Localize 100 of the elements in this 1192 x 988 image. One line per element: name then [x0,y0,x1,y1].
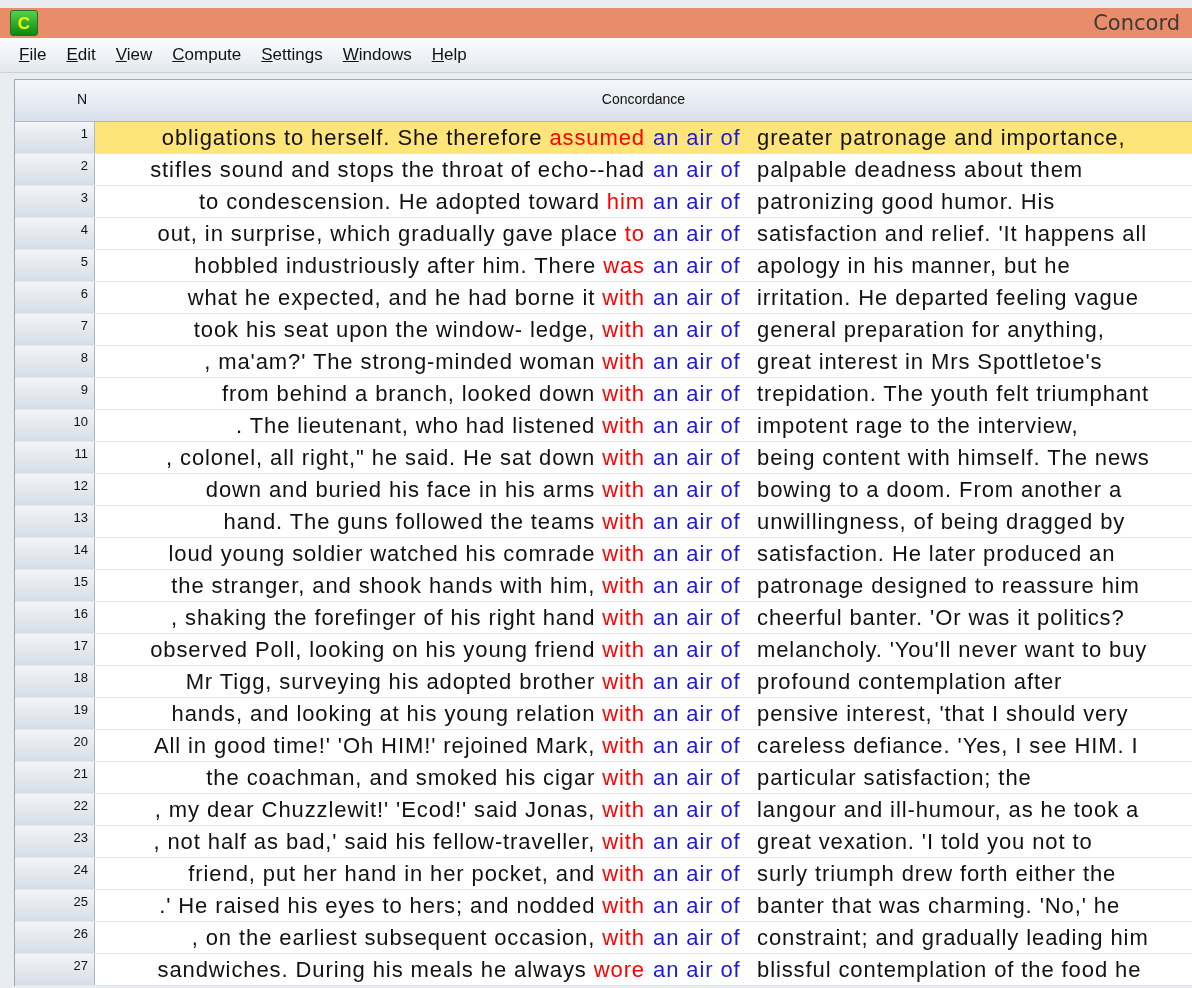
collocate-word: with [602,732,645,759]
concordance-row[interactable]: 3 to condescension. He adopted toward him an air of patronizing good humor. His [15,186,1192,218]
right-context: profound contemplation after [757,668,1064,695]
search-word: an air of [652,476,742,503]
concordance-row[interactable]: 7 took his seat upon the window- ledge, with an air of general preparation for anything, [15,314,1192,346]
concordance-row[interactable]: 20 All in good time!' 'Oh HIM!' rejoined Mark, with an air of careless defiance. 'Yes, I see HIM. I [15,730,1192,762]
concordance-row[interactable]: 11 , colonel, all right," he said. He sat down with an air of being content with himself. The news [15,442,1192,474]
left-context: , shaking the forefinger of his right hand [171,604,596,631]
right-context: patronizing good humor. His [757,188,1057,215]
left-context: the stranger, and shook hands with him, [171,572,596,599]
menu-item[interactable]: Edit [57,43,105,67]
concordance-row[interactable]: 27 sandwiches. During his meals he always wore an air of blissful contemplation of the food he [15,954,1192,986]
row-number: 15 [15,570,95,601]
collocate-word: with [602,604,645,631]
row-number: 11 [15,442,95,473]
right-context: greater patronage and importance, [757,124,1127,151]
right-context: unwillingness, of being dragged by [757,508,1127,535]
right-context: great vexation. 'I told you not to [757,828,1094,855]
left-context: hobbled industriously after him. There [194,252,597,279]
row-number: 3 [15,186,95,217]
search-word: an air of [652,540,742,567]
left-context: sandwiches. During his meals he always [157,956,587,983]
row-number: 21 [15,762,95,793]
menu-item[interactable]: Help [422,43,476,67]
right-context: impotent rage to the interview, [757,412,1080,439]
menu-item[interactable]: Settings [252,43,332,67]
collocate-word: with [602,828,645,855]
left-context: hand. The guns followed the teams [223,508,596,535]
left-context: loud young soldier watched his comrade [168,540,596,567]
concordance-row[interactable]: 4 out, in surprise, which gradually gave place to an air of satisfaction and relief. 'It happens all [15,218,1192,250]
menu-item[interactable]: Windows [333,43,421,67]
concordance-row[interactable]: 24 friend, put her hand in her pocket, and with an air of surly triumph drew forth either the [15,858,1192,890]
concordance-row[interactable]: 22 , my dear Chuzzlewit!' 'Ecod!' said Jonas, with an air of langour and ill-humour, as he took a [15,794,1192,826]
concordance-row[interactable]: 15 the stranger, and shook hands with him, with an air of patronage designed to reassure him [15,570,1192,602]
concordance-row[interactable]: 12 down and buried his face in his arms with an air of bowing to a doom. From another a [15,474,1192,506]
row-number: 19 [15,698,95,729]
row-number: 26 [15,922,95,953]
right-context: surly triumph drew forth either the [757,860,1118,887]
concordance-row[interactable]: 5 hobbled industriously after him. There was an air of apology in his manner, but he [15,250,1192,282]
collocate-word: with [602,668,645,695]
concordance-row[interactable]: 9 from behind a branch, looked down with an air of trepidation. The youth felt triumphant [15,378,1192,410]
right-context: apology in his manner, but he [757,252,1072,279]
row-number: 25 [15,890,95,921]
concordance-row[interactable]: 1 obligations to herself. She therefore assumed an air of greater patronage and importance, [15,122,1192,154]
left-context: obligations to herself. She therefore [161,124,543,151]
concordance-row[interactable]: 10 . The lieutenant, who had listened with an air of impotent rage to the interview, [15,410,1192,442]
concordance-row[interactable]: 19 hands, and looking at his young relation with an air of pensive interest, 'that I should very [15,698,1192,730]
search-word: an air of [652,668,742,695]
search-word: an air of [652,508,742,535]
column-header[interactable]: Concordance [95,80,1192,121]
search-word: an air of [652,284,742,311]
search-word: an air of [652,188,742,215]
collocate-word: assumed [549,124,645,151]
row-number: 10 [15,410,95,441]
row-number: 1 [15,122,95,153]
concordance-row[interactable]: 25 .' He raised his eyes to hers; and nodded with an air of banter that was charming. 'No,' he [15,890,1192,922]
collocate-word: with [602,892,645,919]
concordance-row[interactable]: 2 stifles sound and stops the throat of echo--had an air of palpable deadness about them [15,154,1192,186]
right-context: pensive interest, 'that I should very [757,700,1130,727]
concordance-row[interactable]: 16 , shaking the forefinger of his right hand with an air of cheerful banter. 'Or was it politics? [15,602,1192,634]
left-context: friend, put her hand in her pocket, and [188,860,596,887]
concordance-row[interactable]: 21 the coachman, and smoked his cigar with an air of particular satisfaction; the [15,762,1192,794]
collocate-word: with [602,476,645,503]
row-number: 8 [15,346,95,377]
row-number: 13 [15,506,95,537]
right-context: constraint; and gradually leading him [757,924,1150,951]
right-context: langour and ill-humour, as he took a [757,796,1141,823]
left-context: . The lieutenant, who had listened [236,412,596,439]
concordance-row[interactable]: 13 hand. The guns followed the teams with an air of unwillingness, of being dragged by [15,506,1192,538]
left-context: , not half as bad,' said his fellow-traveller, [153,828,596,855]
column-header[interactable]: N [15,80,95,121]
left-context: what he expected, and he had borne it [187,284,596,311]
right-context: being content with himself. The news [757,444,1151,471]
collocate-word: with [602,860,645,887]
row-number: 14 [15,538,95,569]
concordance-row[interactable]: 18 Mr Tigg, surveying his adopted brother with an air of profound contemplation after [15,666,1192,698]
right-context: particular satisfaction; the [757,764,1033,791]
search-word: an air of [652,732,742,759]
concordance-row[interactable]: 14 loud young soldier watched his comrade with an air of satisfaction. He later produced an [15,538,1192,570]
concordance-row[interactable]: 23 , not half as bad,' said his fellow-traveller, with an air of great vexation. 'I told you not to [15,826,1192,858]
menu-item[interactable]: File [10,43,56,67]
search-word: an air of [652,572,742,599]
concordance-row[interactable]: 26 , on the earliest subsequent occasion, with an air of constraint; and gradually leading him [15,922,1192,954]
concordance-row[interactable]: 8 , ma'am?' The strong-minded woman with an air of great interest in Mrs Spottletoe's [15,346,1192,378]
collocate-word: wore [593,956,645,983]
concordance-row[interactable]: 17 observed Poll, looking on his young friend with an air of melancholy. 'You'll never want to buy [15,634,1192,666]
menu-item[interactable]: Compute [163,43,251,67]
right-context: banter that was charming. 'No,' he [757,892,1122,919]
search-word: an air of [652,380,742,407]
row-number: 12 [15,474,95,505]
concordance-row[interactable]: 6 what he expected, and he had borne it with an air of irritation. He departed feeling vague [15,282,1192,314]
collocate-word: with [602,796,645,823]
collocate-word: with [602,764,645,791]
collocate-word: with [602,284,645,311]
row-number: 4 [15,218,95,249]
search-word: an air of [652,860,742,887]
menu-item[interactable]: View [106,43,162,67]
left-context: , ma'am?' The strong-minded woman [204,348,596,375]
search-word: an air of [652,156,742,183]
right-context: cheerful banter. 'Or was it politics? [757,604,1126,631]
